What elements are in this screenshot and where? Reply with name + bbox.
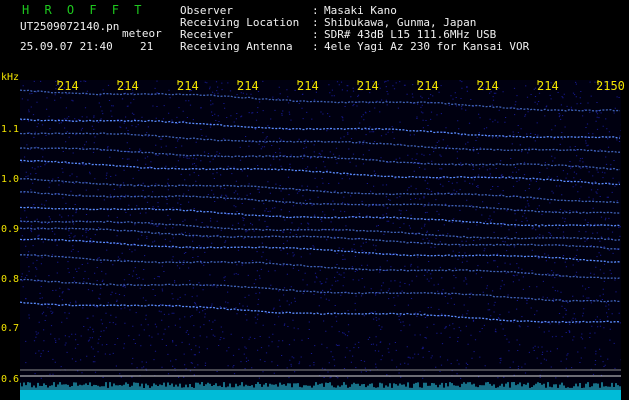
frequency-axis: kHz 1.1 1.0 0.9 0.8 0.7 0.6	[0, 70, 20, 400]
y-tick-0-8: 0.8	[1, 274, 20, 285]
time-label-1: 214	[57, 79, 79, 93]
level-bar	[20, 390, 621, 400]
y-tick-1-0: 1.0	[1, 174, 20, 185]
time-label-9: 214	[537, 79, 559, 93]
file-name: UT2509072140.pn	[20, 20, 120, 33]
time-label-6: 214	[357, 79, 379, 93]
time-label-5: 214	[297, 79, 319, 93]
observation-type: meteor	[122, 27, 162, 40]
spectrogram-canvas	[20, 80, 621, 400]
app-title: H R O F F T	[22, 3, 146, 17]
time-label-10: 2150	[596, 79, 625, 93]
y-tick-0-9: 0.9	[1, 224, 20, 235]
time-label-4: 214	[237, 79, 259, 93]
y-tick-0-6: 0.6	[1, 374, 20, 385]
spectrogram	[20, 80, 621, 400]
time-label-3: 214	[177, 79, 199, 93]
time-label-2: 214	[117, 79, 139, 93]
antenna-value: 4ele Yagi Az 230 for Kansai VOR	[324, 40, 530, 53]
spectrogram-background	[20, 80, 621, 400]
y-tick-1-1: 1.1	[1, 124, 20, 135]
antenna-sep: :	[312, 40, 319, 53]
antenna-label: Receiving Antenna	[180, 40, 293, 53]
y-unit-label: kHz	[1, 72, 20, 83]
y-tick-0-7: 0.7	[1, 323, 20, 334]
timestamp: 25.09.07 21:40	[20, 40, 113, 53]
time-label-7: 214	[417, 79, 439, 93]
hrofft-window: H R O F F T UT2509072140.pn meteor 25.09…	[0, 0, 629, 400]
time-label-8: 214	[477, 79, 499, 93]
meteor-count: 21	[140, 40, 154, 53]
